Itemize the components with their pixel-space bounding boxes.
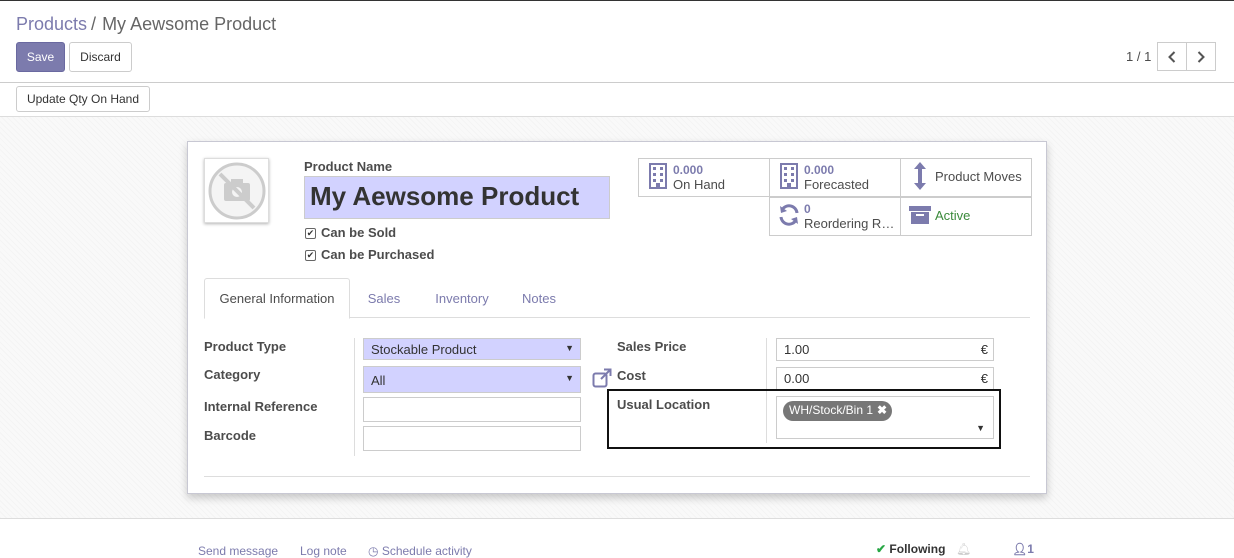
sales-price-label: Sales Price — [617, 339, 687, 354]
product-image[interactable] — [204, 158, 269, 223]
breadcrumb-current: My Aewsome Product — [102, 14, 277, 34]
forecasted-value: 0.000 — [804, 162, 835, 177]
discard-button[interactable]: Discard — [69, 42, 132, 72]
cost-input[interactable]: 0.00 € — [776, 367, 994, 390]
cost-value: 0.00 — [784, 371, 810, 386]
following-button[interactable]: ✔ Following — [876, 542, 945, 556]
sales-price-input[interactable]: 1.00 € — [776, 338, 994, 361]
followers-count: 1 — [1027, 542, 1034, 556]
control-panel: Products / My Aewsome Product Save Discard… — [0, 1, 1234, 83]
camera-placeholder-icon — [208, 162, 265, 219]
archive-icon — [905, 205, 935, 228]
active-toggle-smart-button[interactable]: Active — [900, 197, 1032, 236]
check-icon: ✔ — [876, 542, 887, 556]
caret-down-icon: ▼ — [565, 373, 574, 383]
schedule-activity-link[interactable]: ◷ Schedule activity — [368, 544, 472, 558]
product-type-label: Product Type — [204, 339, 287, 354]
breadcrumb-products-link[interactable]: Products — [16, 14, 87, 34]
internal-reference-label: Internal Reference — [204, 399, 318, 414]
tab-notes[interactable]: Notes — [509, 278, 569, 319]
can-be-sold-checkbox[interactable]: ✔ — [305, 228, 316, 239]
update-qty-on-hand-button[interactable]: Update Qty On Hand — [16, 86, 150, 112]
schedule-activity-label: Schedule activity — [381, 544, 472, 558]
refresh-icon — [774, 203, 804, 230]
forecasted-label: Forecasted — [804, 176, 870, 192]
product-moves-label: Product Moves — [935, 170, 1022, 185]
send-message-link[interactable]: Send message — [198, 544, 278, 558]
product-name-input[interactable]: My Aewsome Product — [304, 176, 610, 219]
pager-previous-button[interactable] — [1157, 42, 1187, 71]
chevron-right-icon — [1197, 50, 1205, 63]
reordering-rules-value: 0 — [804, 201, 811, 216]
barcode-input[interactable] — [363, 426, 581, 451]
product-type-select[interactable]: Stockable Product ▼ — [363, 338, 581, 360]
internal-reference-input[interactable] — [363, 397, 581, 422]
tab-general-information[interactable]: General Information — [204, 278, 350, 319]
can-be-purchased-checkbox[interactable]: ✔ — [305, 250, 316, 261]
left-group-divider — [354, 338, 355, 456]
on-hand-smart-button[interactable]: 0.000 On Hand — [638, 158, 770, 197]
category-field[interactable]: All ▼ — [363, 366, 581, 393]
pager-next-button[interactable] — [1186, 42, 1216, 71]
category-value: All — [371, 373, 386, 388]
breadcrumb-separator: / — [91, 14, 97, 34]
clock-icon: ◷ — [368, 544, 379, 558]
active-label: Active — [935, 209, 971, 224]
caret-down-icon: ▼ — [565, 343, 574, 353]
breadcrumb: Products / My Aewsome Product — [16, 14, 276, 35]
product-type-value: Stockable Product — [371, 342, 477, 357]
building-icon — [643, 163, 673, 192]
reordering-rules-label: Reordering R… — [804, 215, 895, 231]
statusbar: Update Qty On Hand — [0, 83, 1234, 117]
notebook-tabs: General Information Sales Inventory Note… — [204, 278, 1030, 319]
bell-icon[interactable]: 🔔︎ — [956, 542, 971, 556]
user-icon: 👤︎ — [1012, 542, 1028, 556]
building-icon — [774, 163, 804, 192]
pager-value[interactable]: 1 / 1 — [1126, 49, 1151, 64]
chevron-left-icon — [1168, 50, 1176, 63]
on-hand-value: 0.000 — [673, 162, 704, 177]
tab-sales[interactable]: Sales — [356, 278, 412, 319]
highlight-usual-location — [607, 389, 1001, 449]
tab-inventory[interactable]: Inventory — [423, 278, 501, 319]
followers-button[interactable]: 👤︎1 — [1012, 542, 1034, 556]
chatter: Send message Log note ◷ Schedule activit… — [0, 519, 1234, 558]
can-be-sold-label: Can be Sold — [321, 225, 397, 240]
product-moves-smart-button[interactable]: Product Moves — [900, 158, 1032, 197]
on-hand-label: On Hand — [673, 176, 726, 192]
currency-symbol: € — [980, 342, 988, 357]
barcode-label: Barcode — [204, 428, 257, 443]
product-name-label: Product Name — [304, 159, 393, 174]
forecasted-smart-button[interactable]: 0.000 Forecasted — [769, 158, 901, 197]
sheet-bottom-divider — [204, 476, 1030, 477]
cost-label: Cost — [617, 368, 646, 383]
log-note-link[interactable]: Log note — [300, 544, 347, 558]
following-label: Following — [889, 542, 946, 556]
external-link-icon[interactable] — [592, 368, 612, 391]
currency-symbol: € — [980, 371, 988, 386]
category-label: Category — [204, 367, 261, 382]
save-button[interactable]: Save — [16, 42, 65, 72]
sales-price-value: 1.00 — [784, 342, 810, 357]
reordering-rules-smart-button[interactable]: 0 Reordering R… — [769, 197, 901, 236]
can-be-purchased-label: Can be Purchased — [321, 247, 435, 262]
arrows-vertical-icon — [905, 161, 935, 194]
